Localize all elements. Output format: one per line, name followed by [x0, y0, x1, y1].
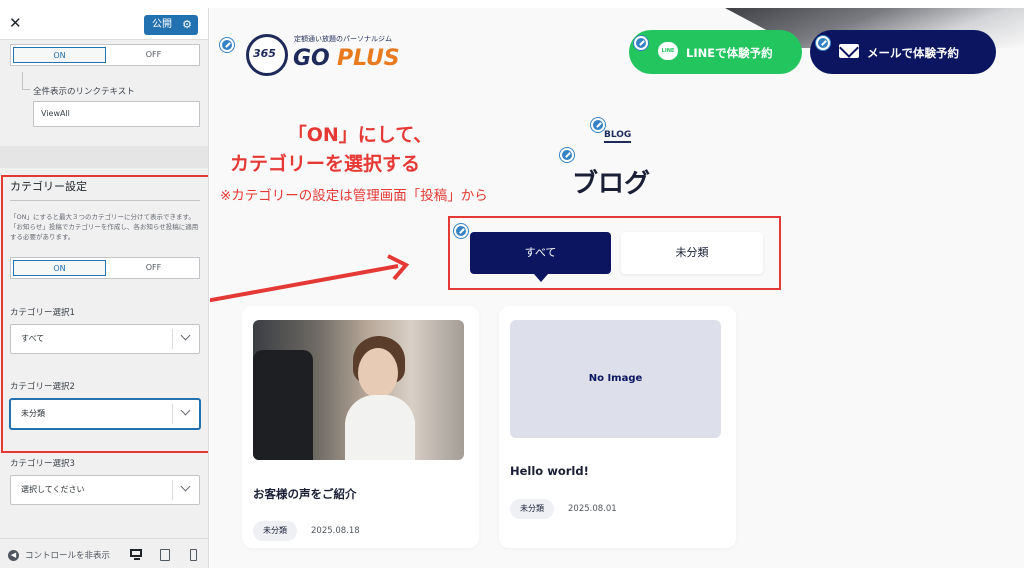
- annotation-line-3: ※カテゴリーの設定は管理画面「投稿」から: [220, 188, 488, 204]
- category-select-3[interactable]: 選択してください: [10, 475, 200, 505]
- toggle-off[interactable]: OFF: [108, 45, 199, 65]
- highlight-box-settings: [1, 175, 208, 453]
- link-text-label: 全件表示のリンクテキスト: [33, 87, 135, 97]
- post-date: 2025.08.18: [311, 526, 360, 536]
- logo-plus: PLUS: [337, 46, 400, 71]
- select3-value: 選択してください: [21, 485, 85, 494]
- post-title[interactable]: お客様の声をご紹介: [253, 486, 357, 502]
- edit-shortcut-icon[interactable]: [591, 118, 605, 132]
- customizer-sidebar: ✕ 公開 ⚙ ON OFF 全件表示のリンクテキスト ViewAll カテゴリー…: [0, 8, 209, 568]
- close-icon[interactable]: ✕: [9, 14, 22, 32]
- toggle-on[interactable]: ON: [13, 47, 106, 63]
- publish-button[interactable]: 公開 ⚙: [144, 15, 198, 35]
- link-text-input[interactable]: ViewAll: [33, 101, 200, 127]
- annotation-line-2: カテゴリーを選択する: [230, 153, 421, 175]
- post-thumbnail[interactable]: [253, 320, 464, 460]
- post-card[interactable]: No Image Hello world! 未分類 2025.08.01: [499, 306, 736, 548]
- hide-controls-button[interactable]: ◀ コントロールを非表示: [8, 549, 110, 561]
- edit-shortcut-icon[interactable]: [816, 36, 830, 50]
- tablet-icon[interactable]: [160, 549, 174, 561]
- desktop-icon[interactable]: [130, 549, 144, 561]
- post-date: 2025.08.01: [568, 504, 617, 514]
- mobile-icon[interactable]: [190, 549, 204, 561]
- section-separator: [0, 146, 208, 168]
- logo-go: GO: [293, 46, 330, 71]
- section-title: ブログ: [572, 169, 651, 199]
- mail-icon: [839, 44, 859, 58]
- tree-connector: [22, 72, 30, 90]
- mail-booking-button[interactable]: メールで体験予約: [810, 30, 996, 74]
- select3-label: カテゴリー選択3: [10, 459, 75, 469]
- annotation-line-1: 「ON」にして、: [287, 124, 433, 146]
- customizer-footer: ◀ コントロールを非表示: [0, 538, 208, 568]
- line-booking-label: LINEで体験予約: [686, 46, 773, 60]
- site-preview: 365 定額通い放題のパーソナルジム GO PLUS LINE LINEで体験予…: [210, 8, 1024, 568]
- display-toggle[interactable]: ON OFF: [10, 44, 200, 66]
- line-icon: LINE: [658, 42, 678, 60]
- post-title[interactable]: Hello world!: [510, 464, 589, 478]
- section-label-en: BLOG: [604, 130, 632, 143]
- line-booking-button[interactable]: LINE LINEで体験予約: [629, 30, 802, 74]
- post-card[interactable]: お客様の声をご紹介 未分類 2025.08.18: [242, 306, 479, 548]
- edit-shortcut-icon[interactable]: [634, 36, 648, 50]
- mail-booking-label: メールで体験予約: [867, 46, 959, 60]
- hide-controls-label: コントロールを非表示: [25, 551, 111, 561]
- highlight-box-tabs: [448, 216, 781, 290]
- customizer-header: ✕ 公開 ⚙: [0, 8, 208, 40]
- chevron-down-icon: [172, 480, 199, 500]
- gear-icon[interactable]: ⚙: [182, 15, 192, 35]
- logo-tagline: 定額通い放題のパーソナルジム: [294, 35, 392, 43]
- post-category-badge: 未分類: [253, 521, 297, 541]
- logo-number: 365: [253, 47, 276, 60]
- post-category-badge: 未分類: [510, 499, 554, 519]
- collapse-icon: ◀: [8, 549, 19, 561]
- no-image-placeholder[interactable]: No Image: [510, 320, 721, 438]
- edit-shortcut-icon[interactable]: [220, 38, 234, 52]
- publish-label: 公開: [152, 19, 172, 30]
- logo-mark[interactable]: 365: [246, 34, 288, 76]
- edit-shortcut-icon[interactable]: [560, 148, 574, 162]
